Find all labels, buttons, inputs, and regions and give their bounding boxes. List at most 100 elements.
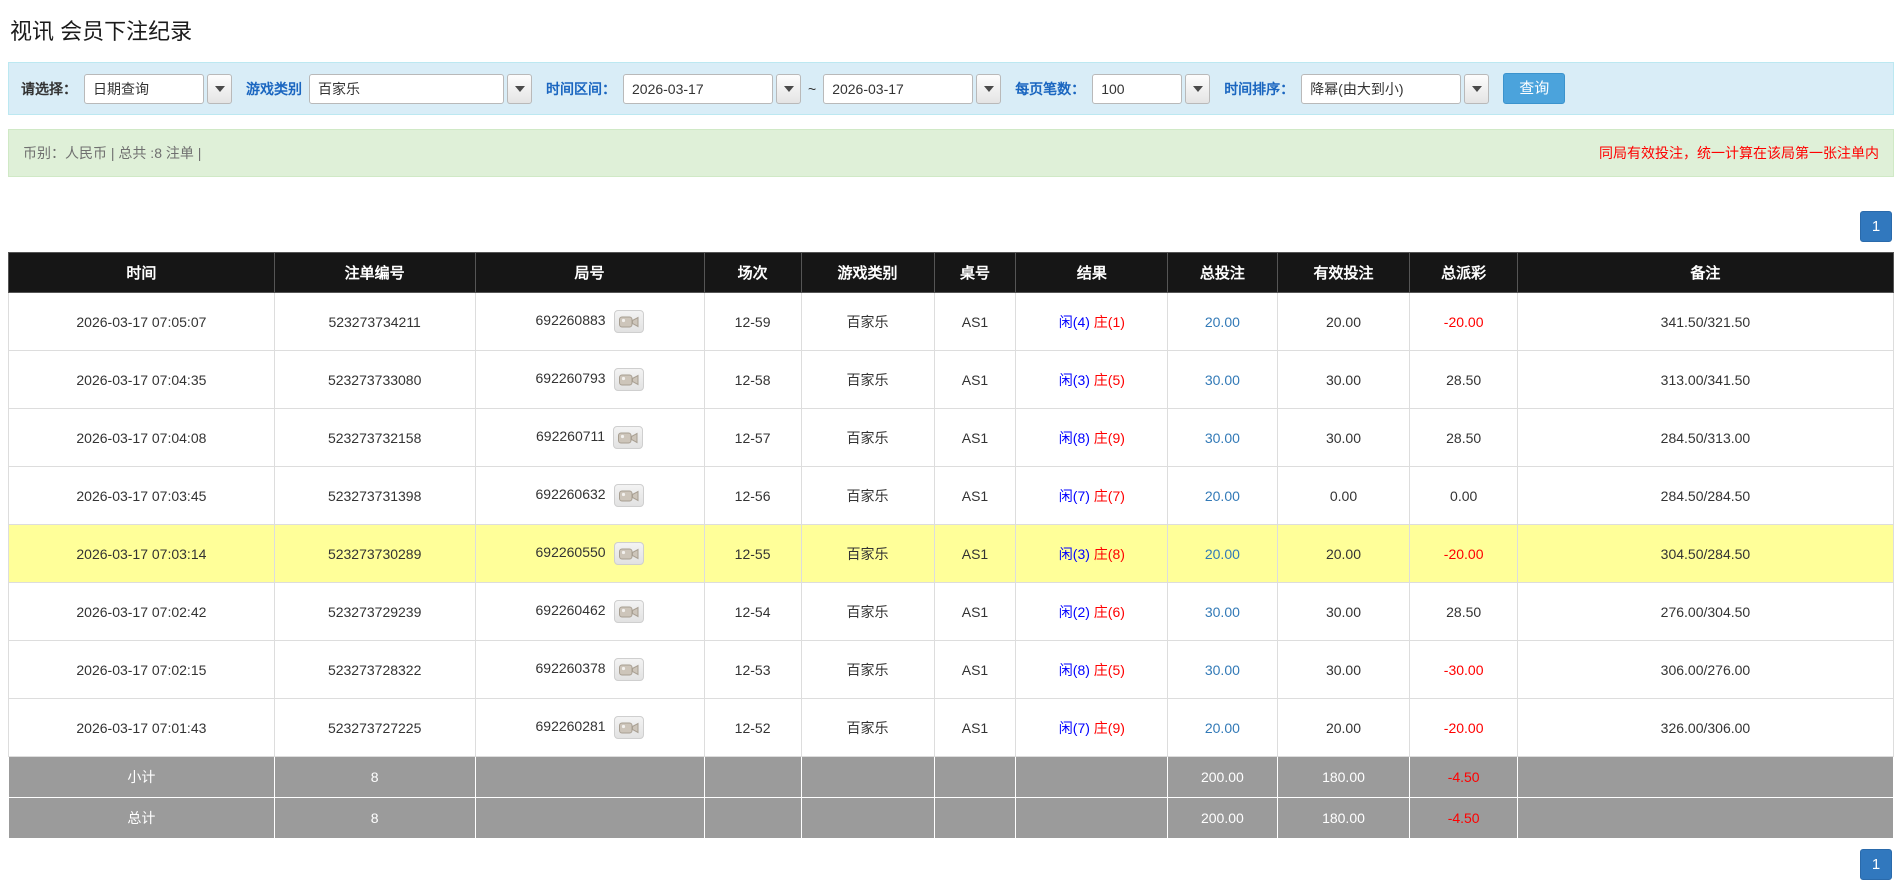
time-range-label: 时间区间：	[546, 80, 616, 97]
chevron-down-icon	[783, 85, 794, 92]
video-replay-button[interactable]	[613, 600, 644, 623]
total-bet-link[interactable]: 20.00	[1205, 488, 1240, 504]
result-cell: 闲(4) 庄(1)	[1015, 292, 1169, 351]
video-replay-button[interactable]	[613, 658, 644, 681]
result-banker: 庄(8)	[1093, 545, 1125, 562]
table-row: 2026-03-17 07:02:42 523273729239 6922604…	[8, 582, 1895, 641]
bet-id-cell: 523273730289	[273, 524, 476, 583]
result-cell: 闲(8) 庄(9)	[1015, 408, 1169, 467]
column-header: 备注	[1516, 252, 1895, 293]
date-to-input[interactable]	[823, 73, 974, 104]
subtotal-total-bet: 200.00	[1167, 756, 1278, 798]
empty-cell	[933, 797, 1017, 839]
page-button[interactable]: 1	[1860, 211, 1892, 242]
remark-cell: 313.00/341.50	[1516, 350, 1895, 409]
total-bet-link[interactable]: 20.00	[1205, 720, 1240, 736]
total-bet-cell: 20.00	[1167, 466, 1278, 525]
date-from-dropdown-button[interactable]	[776, 73, 801, 104]
payout-cell: 0.00	[1409, 466, 1518, 525]
notice-text: 同局有效投注，统一计算在该局第一张注单内	[1599, 145, 1879, 161]
select-mode-dropdown-button[interactable]	[207, 73, 232, 104]
page-size-dropdown-button[interactable]	[1185, 73, 1211, 104]
total-bet-link[interactable]: 30.00	[1205, 372, 1240, 388]
page-size-input[interactable]	[1092, 73, 1183, 104]
video-replay-button[interactable]	[613, 542, 644, 565]
bet-id-cell: 523273727225	[273, 698, 476, 757]
session-cell: 12-59	[703, 292, 802, 351]
video-replay-button[interactable]	[613, 426, 644, 449]
table-no-cell: AS1	[933, 350, 1017, 409]
total-bet-link[interactable]: 30.00	[1205, 430, 1240, 446]
total-count: 8	[273, 797, 476, 839]
round-id: 692260462	[535, 602, 606, 619]
summary-bar: 币别：人民币 | 总共 :8 注单 | 同局有效投注，统一计算在该局第一张注单内	[8, 129, 1894, 177]
video-camera-icon	[618, 374, 639, 386]
sort-label: 时间排序：	[1224, 80, 1295, 97]
video-camera-icon	[618, 548, 639, 560]
chevron-down-icon	[514, 85, 525, 92]
time-cell: 2026-03-17 07:02:15	[8, 640, 275, 699]
remark-cell: 326.00/306.00	[1516, 698, 1895, 757]
result-player: 闲(8)	[1058, 429, 1090, 446]
empty-cell	[1516, 797, 1895, 839]
valid-bet-cell: 20.00	[1276, 698, 1411, 757]
bet-id-cell: 523273728322	[273, 640, 476, 699]
session-cell: 12-56	[703, 466, 802, 525]
game-type-cell: 百家乐	[800, 350, 935, 409]
sort-input[interactable]	[1301, 73, 1462, 104]
date-from-input[interactable]	[623, 73, 773, 104]
time-cell: 2026-03-17 07:02:42	[8, 582, 275, 641]
session-cell: 12-58	[703, 350, 802, 409]
result-cell: 闲(7) 庄(9)	[1015, 698, 1169, 757]
total-bet-link[interactable]: 30.00	[1205, 604, 1240, 620]
total-bet-link[interactable]: 20.00	[1205, 546, 1240, 562]
total-payout: -4.50	[1409, 797, 1518, 839]
round-id: 692260550	[535, 544, 606, 561]
table-row: 2026-03-17 07:04:35 523273733080 6922607…	[8, 350, 1895, 409]
video-replay-button[interactable]	[613, 716, 644, 739]
valid-bet-cell: 30.00	[1276, 582, 1411, 641]
subtotal-valid-bet: 180.00	[1276, 756, 1411, 798]
column-header: 注单编号	[273, 252, 476, 293]
valid-bet-cell: 30.00	[1276, 408, 1411, 467]
subtotal-payout: -4.50	[1409, 756, 1518, 798]
video-camera-icon	[618, 606, 639, 618]
select-mode-input[interactable]	[84, 73, 204, 104]
total-bet-link[interactable]: 30.00	[1205, 662, 1240, 678]
sort-dropdown-button[interactable]	[1464, 73, 1490, 104]
game-type-input[interactable]	[309, 73, 504, 104]
result-player: 闲(4)	[1058, 313, 1090, 330]
empty-cell	[474, 797, 705, 839]
time-cell: 2026-03-17 07:05:07	[8, 292, 275, 351]
filter-group-sort: 时间排序：	[1224, 73, 1490, 104]
session-cell: 12-54	[703, 582, 802, 641]
date-to-dropdown-button[interactable]	[976, 73, 1002, 104]
video-replay-button[interactable]	[613, 484, 644, 507]
column-header: 时间	[8, 252, 275, 293]
valid-bet-cell: 30.00	[1276, 350, 1411, 409]
payout-cell: -20.00	[1409, 524, 1518, 583]
total-bet-cell: 30.00	[1167, 350, 1278, 409]
game-type-dropdown-button[interactable]	[507, 73, 532, 104]
column-header: 场次	[703, 252, 802, 293]
result-banker: 庄(9)	[1093, 719, 1125, 736]
pagination-bottom: 1	[8, 849, 1892, 880]
table-no-cell: AS1	[933, 408, 1017, 467]
video-camera-icon	[618, 316, 639, 328]
search-button[interactable]: 查询	[1503, 73, 1566, 104]
column-header: 结果	[1015, 252, 1169, 293]
total-bet-link[interactable]: 20.00	[1205, 314, 1240, 330]
result-player: 闲(8)	[1058, 661, 1090, 678]
valid-bet-cell: 20.00	[1276, 292, 1411, 351]
table-no-cell: AS1	[933, 582, 1017, 641]
video-replay-button[interactable]	[613, 368, 644, 391]
video-replay-button[interactable]	[613, 310, 644, 333]
chevron-down-icon	[214, 85, 225, 92]
valid-bet-cell: 0.00	[1276, 466, 1411, 525]
round-cell: 692260793	[474, 350, 705, 409]
result-cell: 闲(2) 庄(6)	[1015, 582, 1169, 641]
table-no-cell: AS1	[933, 292, 1017, 351]
chevron-down-icon	[1471, 85, 1482, 92]
video-camera-icon	[618, 664, 639, 676]
page-button[interactable]: 1	[1860, 849, 1892, 880]
